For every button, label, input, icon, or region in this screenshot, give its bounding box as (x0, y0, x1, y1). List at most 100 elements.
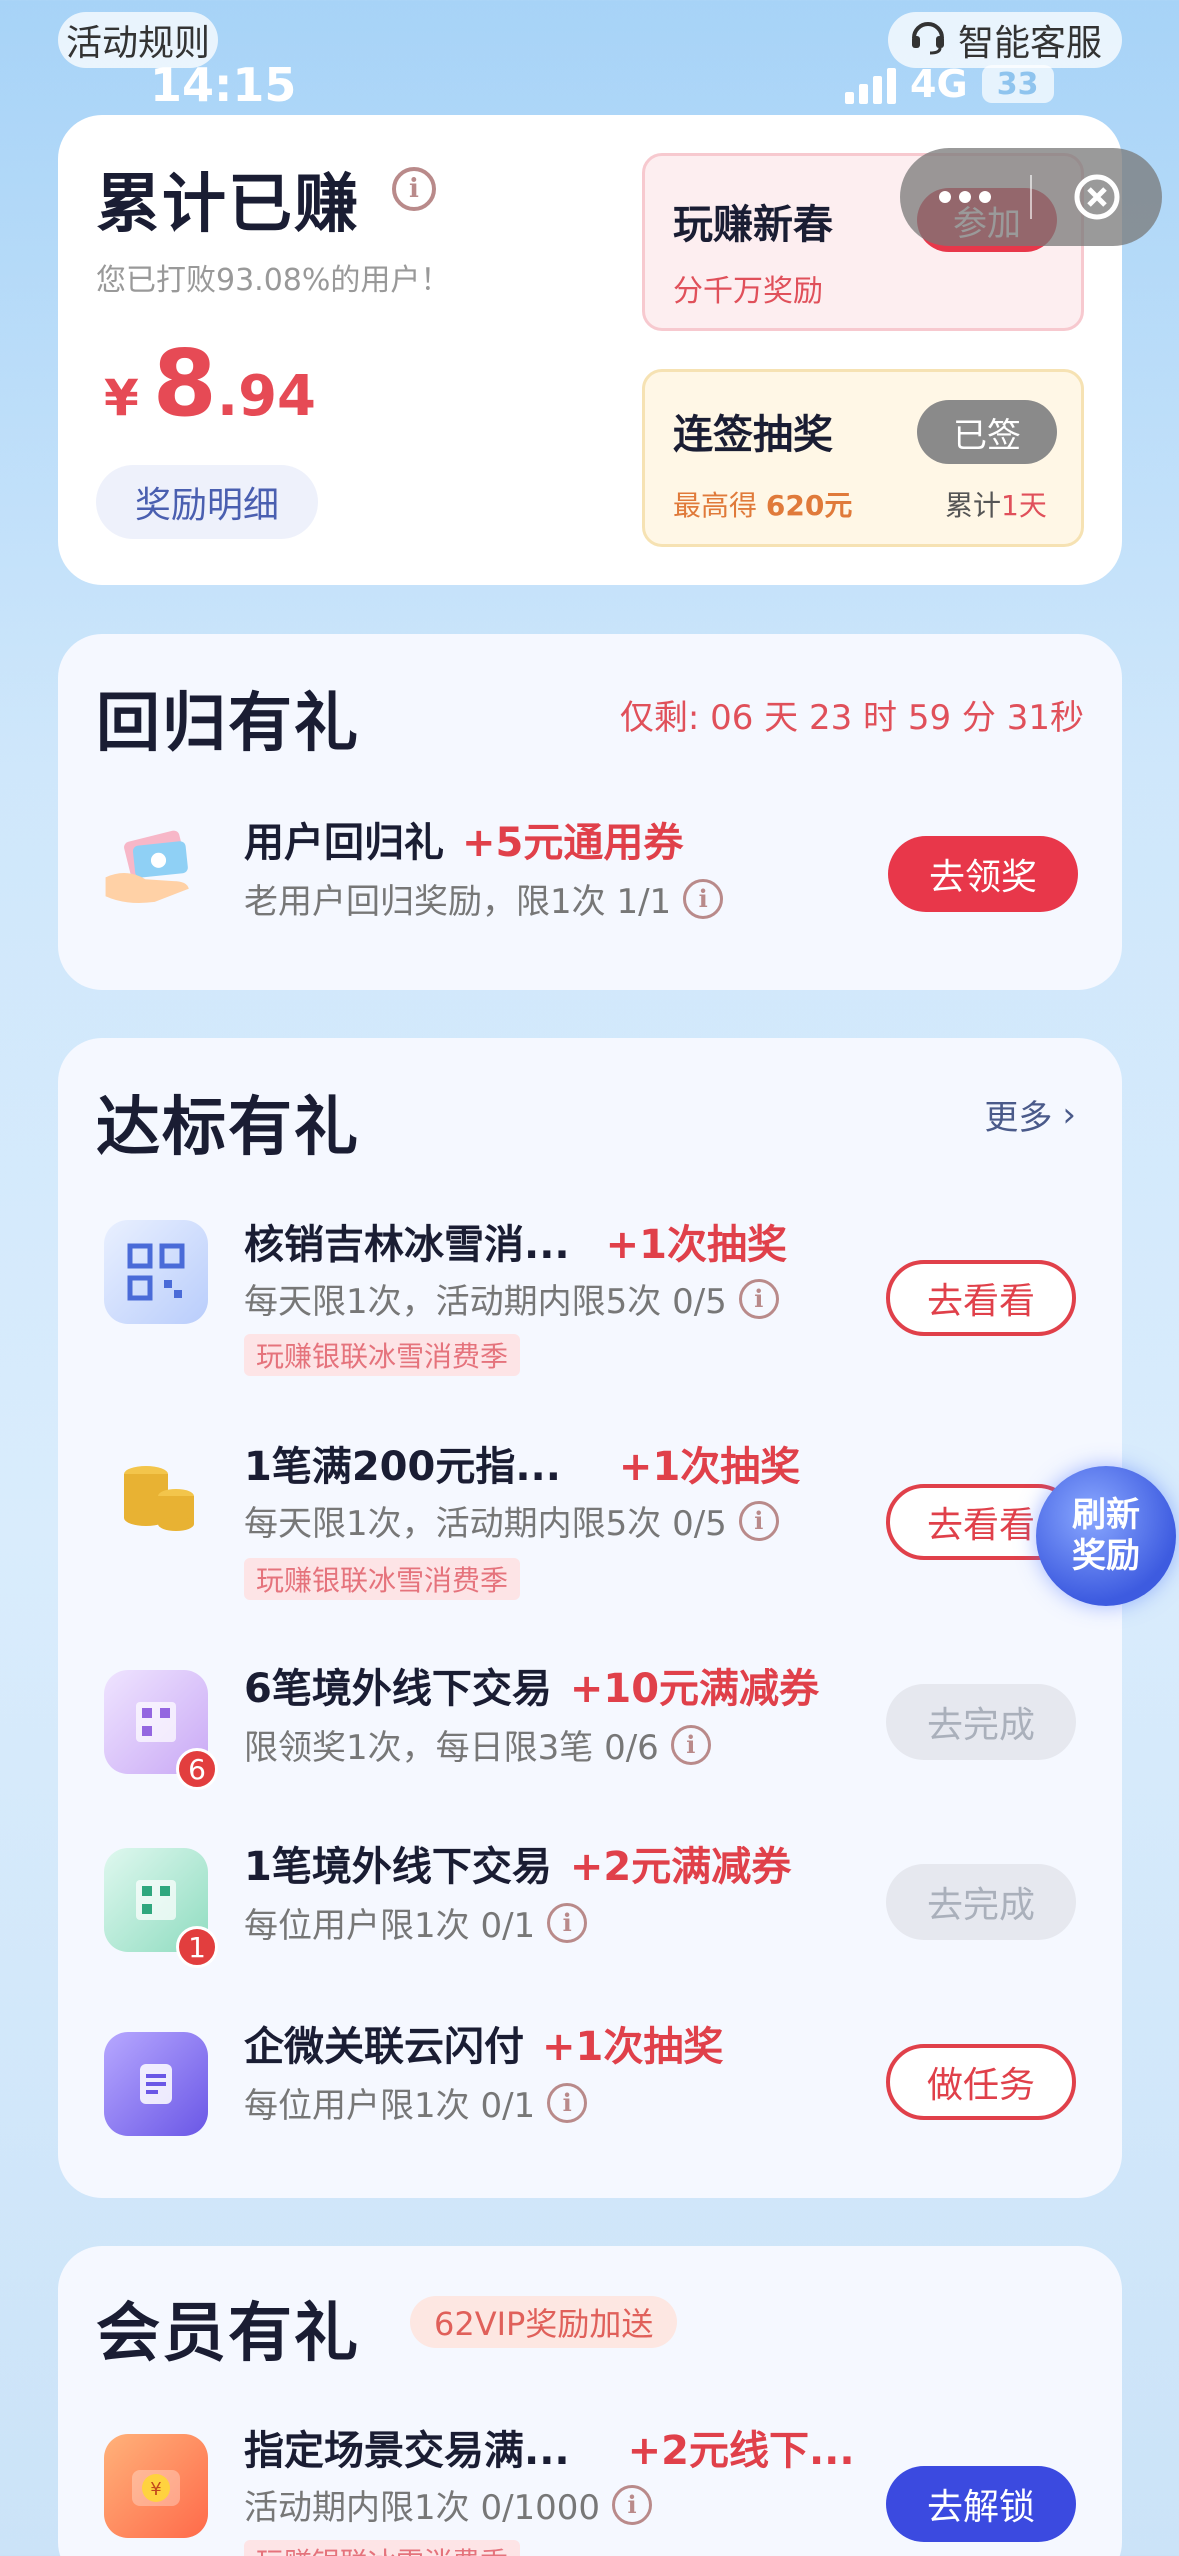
task-desc-text: 每天限1次，活动期内限5次 0/5 (244, 1504, 727, 1544)
return-task-name: 用户回归礼 (244, 820, 444, 866)
more-options-icon[interactable] (900, 148, 1030, 246)
vip-task-name: 指定场景交易满... (244, 2428, 570, 2474)
qr-scan-icon (104, 1220, 208, 1324)
earnings-amount: ¥ 8 .94 (104, 330, 316, 437)
return-task-title: 用户回归礼 +5元通用券 (244, 810, 683, 868)
return-task-desc: 老用户回归奖励，限1次 1/1 i (244, 874, 724, 923)
task-title: 1笔境外线下交易 +2元满减券 (244, 1834, 791, 1892)
signed-button[interactable]: 已签 (917, 400, 1057, 464)
spring-promo-title: 玩赚新春 (673, 202, 833, 248)
info-icon[interactable]: i (670, 1724, 711, 1765)
checkin-lottery-card[interactable]: 连签抽奖 最高得 620元 已签 累计1天 (642, 369, 1084, 547)
claim-reward-button[interactable]: 去领奖 (888, 836, 1078, 912)
info-icon[interactable]: i (392, 167, 436, 211)
task-count-badge: 6 (176, 1748, 218, 1790)
task-name: 核销吉林冰雪消... (244, 1222, 570, 1268)
amount-integer: 8 (152, 330, 217, 437)
earnings-title-text: 累计已赚 (96, 168, 360, 242)
signal-icon (845, 64, 896, 104)
task-name: 1笔满200元指... (244, 1444, 561, 1490)
unlock-button[interactable]: 去解锁 (886, 2466, 1076, 2542)
task-name: 企微关联云闪付 (244, 2024, 524, 2070)
signed-label: 已签 (953, 415, 1021, 456)
task-reward: +2元满减券 (569, 1844, 792, 1890)
view-label: 去看看 (926, 1505, 1035, 1546)
view-button[interactable]: 去看看 (886, 1260, 1076, 1336)
vip-title: 会员有礼 (96, 2282, 360, 2380)
info-icon[interactable]: i (683, 878, 724, 919)
close-icon[interactable] (1032, 148, 1162, 246)
earnings-subtitle: 您已打败93.08%的用户！ (96, 263, 451, 298)
reward-detail-label: 奖励明细 (134, 485, 279, 526)
task-title: 6笔境外线下交易 +10元满减券 (244, 1656, 819, 1714)
svg-text:¥: ¥ (150, 2479, 161, 2500)
status-indicators: 4G 33 (845, 62, 1054, 106)
task-title: 核销吉林冰雪消... +1次抽奖 (244, 1212, 787, 1270)
max-reward-value: 620元 (765, 489, 853, 522)
complete-label: 去完成 (926, 1885, 1035, 1926)
amount-decimal: .94 (216, 364, 317, 429)
wallet-icon: ¥ (104, 2434, 208, 2538)
return-gift-card: 回归有礼 仅剩: 06 天 23 时 59 分 31秒 用户回归礼 +5元通用券 … (58, 634, 1122, 990)
task-count-badge: 1 (176, 1926, 218, 1968)
do-task-button[interactable]: 做任务 (886, 2044, 1076, 2120)
task-reward: +1次抽奖 (618, 1444, 801, 1490)
task-title: 企微关联云闪付 +1次抽奖 (244, 2014, 723, 2072)
task-name: 1笔境外线下交易 (244, 1844, 552, 1890)
info-icon[interactable]: i (547, 1902, 588, 1943)
info-icon[interactable]: i (612, 2484, 653, 2525)
vip-task-desc: 活动期内限1次 0/1000 i (244, 2480, 653, 2529)
vip-task-desc-text: 活动期内限1次 0/1000 (244, 2488, 601, 2528)
countdown-timer: 仅剩: 06 天 23 时 59 分 31秒 (619, 698, 1084, 738)
view-label: 去看看 (926, 1281, 1035, 1322)
customer-service-button[interactable]: 智能客服 (888, 12, 1122, 68)
max-reward-prefix: 最高得 (673, 489, 758, 522)
return-task-reward: +5元通用券 (462, 820, 684, 866)
milestone-title: 达标有礼 (96, 1076, 360, 1174)
unlock-label: 去解锁 (926, 2487, 1035, 2528)
task-desc-text: 每位用户限1次 0/1 (244, 1906, 536, 1946)
complete-button[interactable]: 去完成 (886, 1864, 1076, 1940)
checkin-streak: 累计1天 (945, 484, 1047, 524)
task-title: 1笔满200元指... +1次抽奖 (244, 1434, 800, 1492)
vip-card: 会员有礼 62VIP奖励加送 ¥ 指定场景交易满... +2元线下... 活动期内… (58, 2246, 1122, 2556)
more-label: 更多 (984, 1098, 1053, 1138)
more-link[interactable]: 更多 › (984, 1090, 1076, 1139)
refresh-line2: 奖励 (1072, 1536, 1140, 1576)
vip-task-title: 指定场景交易满... +2元线下... (244, 2418, 855, 2476)
refresh-line1: 刷新 (1072, 1495, 1140, 1536)
battery-icon: 33 (981, 65, 1054, 103)
earnings-title: 累计已赚 (96, 153, 360, 251)
task-tag: 玩赚银联冰雪消费季 (244, 1334, 521, 1376)
service-label: 智能客服 (957, 23, 1102, 64)
do-task-label: 做任务 (926, 2065, 1035, 2106)
info-icon[interactable]: i (738, 1500, 779, 1541)
task-desc: 每位用户限1次 0/1 i (244, 1898, 588, 1947)
return-gift-title: 回归有礼 (96, 672, 360, 770)
task-name: 6笔境外线下交易 (244, 1666, 552, 1712)
info-icon[interactable]: i (738, 1278, 779, 1319)
currency-symbol: ¥ (104, 369, 139, 427)
checkin-title: 连签抽奖 (673, 412, 833, 458)
miniapp-capsule (900, 148, 1162, 246)
task-reward: +1次抽奖 (605, 1222, 787, 1268)
task-desc-text: 每位用户限1次 0/1 (244, 2086, 536, 2126)
task-desc: 每天限1次，活动期内限5次 0/5 i (244, 1496, 779, 1545)
info-icon[interactable]: i (547, 2082, 588, 2123)
streak-prefix: 累计 (945, 489, 1002, 522)
task-desc: 每位用户限1次 0/1 i (244, 2078, 588, 2127)
task-reward: +1次抽奖 (542, 2024, 724, 2070)
streak-value: 1天 (1001, 489, 1047, 522)
refresh-reward-button[interactable]: 刷新 奖励 (1036, 1466, 1176, 1606)
milestone-title-text: 达标有礼 (96, 1091, 360, 1165)
task-desc-text: 每天限1次，活动期内限5次 0/5 (244, 1282, 727, 1322)
checkin-max-reward: 最高得 620元 (673, 484, 852, 524)
vip-task-reward: +2元线下... (627, 2428, 855, 2474)
cash-hand-icon (98, 814, 202, 918)
claim-reward-label: 去领奖 (928, 857, 1037, 898)
complete-button[interactable]: 去完成 (886, 1684, 1076, 1760)
task-tag: 玩赚银联冰雪消费季 (244, 1558, 521, 1600)
reward-detail-button[interactable]: 奖励明细 (96, 465, 318, 539)
network-label: 4G (910, 62, 968, 106)
task-reward: +10元满减券 (569, 1666, 820, 1712)
